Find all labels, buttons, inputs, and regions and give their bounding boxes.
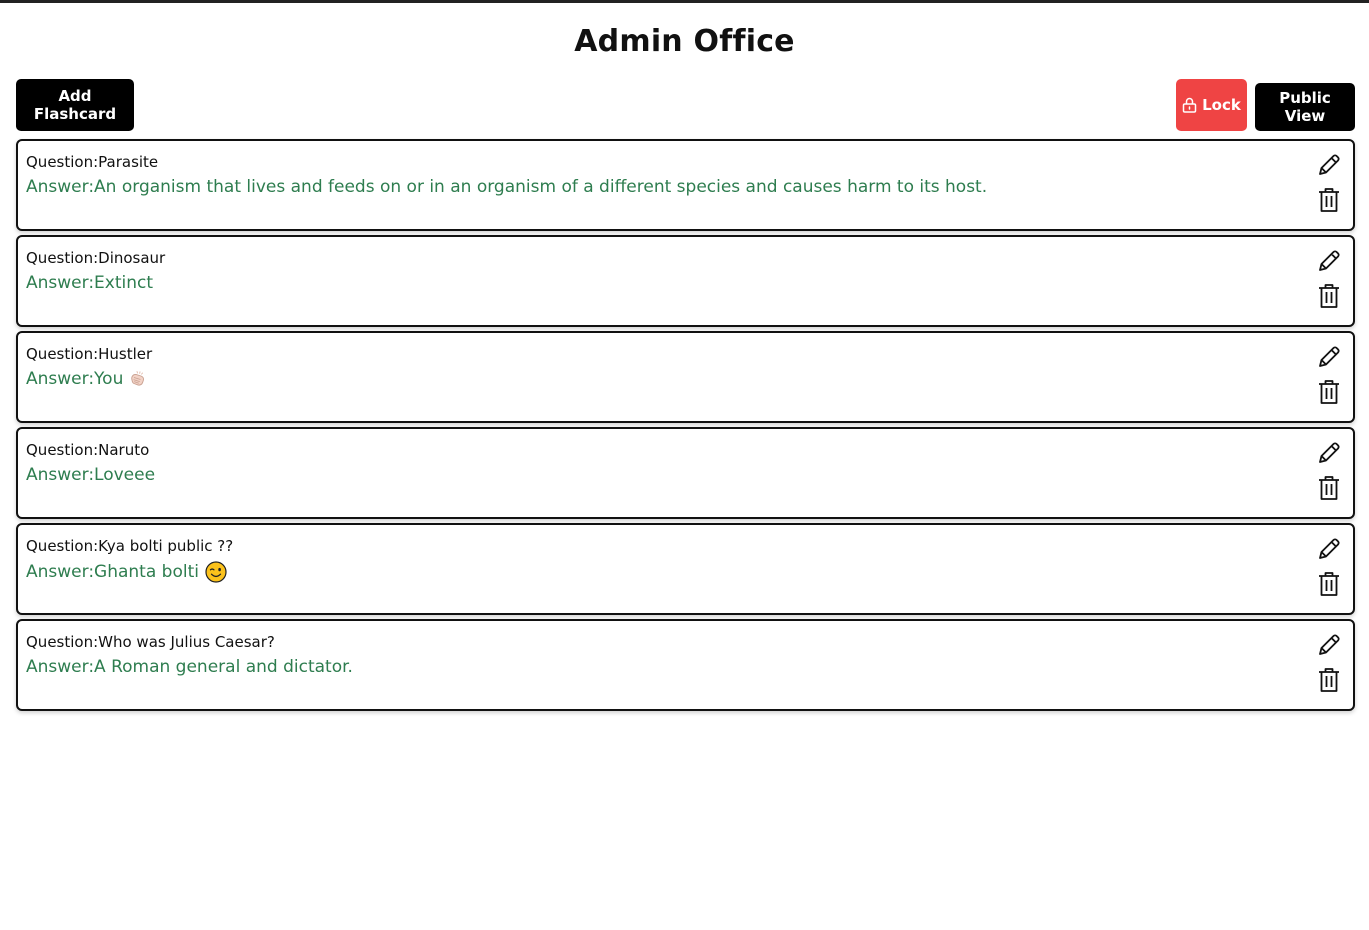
add-flashcard-button[interactable]: Add Flashcard — [16, 79, 134, 131]
delete-button[interactable] — [1315, 380, 1343, 408]
trash-icon — [1316, 474, 1342, 506]
pencil-icon — [1316, 632, 1342, 662]
edit-button[interactable] — [1315, 153, 1343, 181]
lock-icon — [1182, 97, 1197, 113]
lock-label: Lock — [1202, 96, 1241, 114]
flashcard-answer: Answer:An organism that lives and feeds … — [26, 177, 987, 197]
flashcard: Question:Hustler Answer:You — [16, 331, 1355, 423]
flashcard: Question:Who was Julius Caesar? Answer:A… — [16, 619, 1355, 711]
add-flashcard-label: Add Flashcard — [33, 87, 117, 123]
flashcard-list: Question:Parasite Answer:An organism tha… — [16, 139, 1355, 715]
flashcard: Question:Dinosaur Answer:Extinct — [16, 235, 1355, 327]
pencil-icon — [1316, 248, 1342, 278]
public-view-button[interactable]: Public View — [1255, 83, 1355, 131]
edit-button[interactable] — [1315, 441, 1343, 469]
flashcard-question: Question:Kya bolti public ?? — [26, 537, 234, 555]
delete-button[interactable] — [1315, 188, 1343, 216]
flashcard-answer-text: Answer:You — [26, 369, 124, 389]
trash-icon — [1316, 186, 1342, 218]
page-title: Admin Office — [574, 24, 795, 59]
edit-button[interactable] — [1315, 345, 1343, 373]
flashcard-answer-text: Answer:A Roman general and dictator. — [26, 657, 353, 677]
pencil-icon — [1316, 440, 1342, 470]
trash-icon — [1316, 570, 1342, 602]
edit-button[interactable] — [1315, 249, 1343, 277]
flashcard-answer-text: Answer:Loveee — [26, 465, 156, 485]
trash-icon — [1316, 282, 1342, 314]
flashcard-answer: Answer:Extinct — [26, 273, 153, 293]
flashcard-question: Question:Naruto — [26, 441, 150, 459]
flashcard-answer: Answer:Ghanta bolti — [26, 561, 227, 583]
pencil-icon — [1316, 344, 1342, 374]
flashcard-answer-text: Answer:Extinct — [26, 273, 154, 293]
flashcard-answer: Answer:A Roman general and dictator. — [26, 657, 353, 677]
delete-button[interactable] — [1315, 476, 1343, 504]
trash-icon — [1316, 666, 1342, 698]
flashcard-answer-text: Answer:An organism that lives and feeds … — [26, 177, 988, 197]
top-border — [0, 0, 1369, 3]
edit-button[interactable] — [1315, 537, 1343, 565]
flashcard-question: Question:Parasite — [26, 153, 159, 171]
flashcard-question: Question:Who was Julius Caesar? — [26, 633, 275, 651]
clapping-hands-icon — [129, 370, 147, 388]
flashcard: Question:Naruto Answer:Loveee — [16, 427, 1355, 519]
trash-icon — [1316, 378, 1342, 410]
delete-button[interactable] — [1315, 284, 1343, 312]
public-view-label: Public View — [1279, 89, 1331, 125]
flashcard-question: Question:Hustler — [26, 345, 153, 363]
flashcard-answer: Answer:You — [26, 369, 147, 389]
lock-button[interactable]: Lock — [1176, 79, 1247, 131]
pencil-icon — [1316, 536, 1342, 566]
winking-face-icon — [205, 561, 227, 583]
flashcard: Question:Parasite Answer:An organism tha… — [16, 139, 1355, 231]
delete-button[interactable] — [1315, 572, 1343, 600]
pencil-icon — [1316, 152, 1342, 182]
edit-button[interactable] — [1315, 633, 1343, 661]
flashcard-question: Question:Dinosaur — [26, 249, 166, 267]
flashcard-answer-text: Answer:Ghanta bolti — [26, 562, 199, 582]
flashcard-answer: Answer:Loveee — [26, 465, 155, 485]
delete-button[interactable] — [1315, 668, 1343, 696]
flashcard: Question:Kya bolti public ?? Answer:Ghan… — [16, 523, 1355, 615]
